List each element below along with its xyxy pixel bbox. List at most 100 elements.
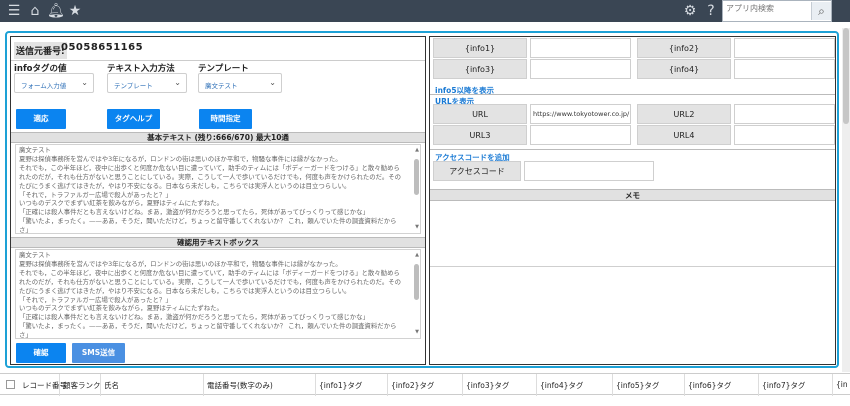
divider <box>430 149 835 150</box>
column-divider[interactable] <box>832 374 833 396</box>
info1-input[interactable] <box>530 38 631 58</box>
scrollbar-thumb[interactable] <box>414 159 419 195</box>
chevron-down-icon: ⌄ <box>174 78 181 87</box>
page-scrollbar[interactable] <box>842 28 850 372</box>
menu-icon[interactable]: ☰ <box>6 3 22 19</box>
sender-row: 送信元番号: 05058651165 <box>11 37 425 61</box>
column-divider[interactable] <box>315 374 316 396</box>
column-header[interactable]: 電話番号(数字のみ) <box>207 380 273 391</box>
chevron-down-icon: ⌄ <box>269 78 276 87</box>
column-header[interactable]: {info5}タグ <box>616 380 659 391</box>
url3-label: URL3 <box>433 125 527 145</box>
sms-compose-panel: 送信元番号: 05058651165 infoタグの値 フォーム入力値 ⌄ テキ… <box>5 31 839 368</box>
basic-text-area[interactable]: ▲ ▼ 廣文テスト 夏野は探偵事務所を営んではや3年になるが，ロンドンの街は思いの… <box>15 144 421 234</box>
sender-number: 05058651165 <box>61 42 144 53</box>
url-input[interactable]: https://www.tokyotower.co.jp/ <box>530 104 631 124</box>
scroll-down-icon[interactable]: ▼ <box>415 223 419 232</box>
info1-label: {info1} <box>433 38 527 58</box>
gear-icon[interactable]: ⚙ <box>682 3 698 19</box>
time-spec-button[interactable]: 時間指定 <box>199 109 252 129</box>
text-line: 「正確には殺人事件だとも言えないけどね。まあ，激盗が何かだろうと思ってたら，死体… <box>19 208 369 217</box>
scroll-down-icon[interactable]: ▼ <box>415 328 419 337</box>
access-code-label: アクセスコード <box>433 161 521 181</box>
app-search: ⌕ <box>722 0 832 22</box>
tag-help-button[interactable]: タグヘルプ <box>107 109 160 129</box>
column-header[interactable]: {info7}タグ <box>762 380 805 391</box>
help-icon[interactable]: ? <box>703 3 719 19</box>
text-line: 「正確には殺人事件だとも言えないけどね。まあ，激盗が何かだろうと思ってたら，死体… <box>19 313 369 322</box>
info4-input[interactable] <box>734 59 835 79</box>
confirm-text-header: 確認用テキストボックス <box>11 237 425 248</box>
chevron-down-icon: ⌄ <box>81 78 88 87</box>
basic-text-header: 基本テキスト (残り:666/670) 最大10通 <box>11 132 425 143</box>
select-all-checkbox[interactable] <box>6 380 15 389</box>
memo-textarea[interactable] <box>430 201 835 267</box>
column-divider[interactable] <box>462 374 463 396</box>
info2-label: {info2} <box>637 38 731 58</box>
column-divider[interactable] <box>100 374 101 396</box>
text-line: 廣文テスト <box>19 146 51 154</box>
left-panel: 送信元番号: 05058651165 infoタグの値 フォーム入力値 ⌄ テキ… <box>10 36 426 365</box>
info2-input[interactable] <box>734 38 835 58</box>
text-method-select[interactable]: テンプレート ⌄ <box>107 73 187 93</box>
star-icon[interactable]: ★ <box>67 3 83 19</box>
scroll-up-icon[interactable]: ▲ <box>415 146 419 155</box>
info-tag-select[interactable]: フォーム入力値 ⌄ <box>14 73 94 93</box>
search-input[interactable] <box>726 2 812 14</box>
scrollbar-thumb[interactable] <box>414 264 419 300</box>
template-select-value: 廣文テスト <box>205 82 238 90</box>
records-table-header: レコード番号 顧客ランク 氏名 電話番号(数字のみ) {info1}タグ {info2}タ… <box>0 373 850 396</box>
confirm-text-area[interactable]: ▲ ▼ 廣文テスト 夏野は探偵事務所を営んではや3年になるが，ロンドンの街は思いの… <box>15 249 421 339</box>
url4-label: URL4 <box>637 125 731 145</box>
divider <box>430 94 835 95</box>
right-panel: {info1} {info2} {info3} {info4} info5以降を… <box>429 36 836 365</box>
column-header[interactable]: {info2}タグ <box>391 380 434 391</box>
text-line: それでも，この半年ほど，夜中に出歩くと何度か危ない目に遭っていて，助手のティムに… <box>19 268 402 295</box>
column-divider[interactable] <box>612 374 613 396</box>
scroll-up-icon[interactable]: ▲ <box>415 251 419 260</box>
text-line: 廣文テスト <box>19 251 51 259</box>
text-line: 「驚いたよ，まったく。——ああ，そうだ，聞いただけど，ちょっと留守番してくれない… <box>19 217 397 234</box>
column-header[interactable]: {info4}タグ <box>540 380 583 391</box>
text-line: 夏野は探偵事務所を営んではや3年になるが，ロンドンの街は思いのほか平和で，物騒な… <box>19 154 342 163</box>
page-scrollbar-thumb[interactable] <box>843 28 849 124</box>
access-code-input[interactable] <box>524 161 654 181</box>
column-header[interactable]: {info3}タグ <box>466 380 509 391</box>
column-header[interactable]: 顧客ランク <box>63 380 101 391</box>
text-line: いつものデスクでまずい紅茶を飲みながら，夏野はティムにたずねた。 <box>19 304 223 313</box>
column-header[interactable]: {in <box>836 380 848 389</box>
url2-label: URL2 <box>637 104 731 124</box>
info3-input[interactable] <box>530 59 631 79</box>
column-header[interactable]: レコード番号 <box>22 380 67 391</box>
sms-send-button[interactable]: SMS送信 <box>72 343 125 363</box>
column-divider[interactable] <box>387 374 388 396</box>
memo-header: メモ <box>430 189 835 201</box>
column-divider[interactable] <box>758 374 759 396</box>
info-tag-select-value: フォーム入力値 <box>21 82 67 90</box>
text-line: いつものデスクでまずい紅茶を飲みながら，夏野はティムにたずねた。 <box>19 199 223 208</box>
column-header[interactable]: {info6}タグ <box>688 380 731 391</box>
column-divider[interactable] <box>59 374 60 396</box>
text-line: それでも，この半年ほど，夜中に出歩くと何度か危ない目に遭っていて，助手のティムに… <box>19 163 402 190</box>
column-header[interactable]: 氏名 <box>104 380 119 391</box>
column-divider[interactable] <box>684 374 685 396</box>
text-line: 「驚いたよ，まったく。——ああ，そうだ，聞いただけど，ちょっと留守番してくれない… <box>19 322 397 339</box>
bell-icon[interactable]: 🔔︎ <box>47 3 65 19</box>
column-divider[interactable] <box>536 374 537 396</box>
text-line: 夏野は探偵事務所を営んではや3年になるが，ロンドンの街は思いのほか平和で，物騒な… <box>19 259 342 268</box>
home-icon[interactable]: ⌂ <box>27 3 43 19</box>
search-icon[interactable]: ⌕ <box>811 2 831 20</box>
url3-input[interactable] <box>530 125 631 145</box>
info4-label: {info4} <box>637 59 731 79</box>
url2-input[interactable] <box>734 104 835 124</box>
column-divider[interactable] <box>203 374 204 396</box>
info3-label: {info3} <box>433 59 527 79</box>
template-select[interactable]: 廣文テスト ⌄ <box>198 73 282 93</box>
sender-label: 送信元番号: <box>14 42 67 59</box>
confirm-button[interactable]: 確認 <box>16 343 66 363</box>
url4-input[interactable] <box>734 125 835 145</box>
url-label: URL <box>433 104 527 124</box>
apply-button[interactable]: 適応 <box>16 109 66 129</box>
column-header[interactable]: {info1}タグ <box>319 380 362 391</box>
top-bar: ☰ ⌂ 🔔︎ ★ ⚙ ? ⌕ <box>0 0 850 22</box>
